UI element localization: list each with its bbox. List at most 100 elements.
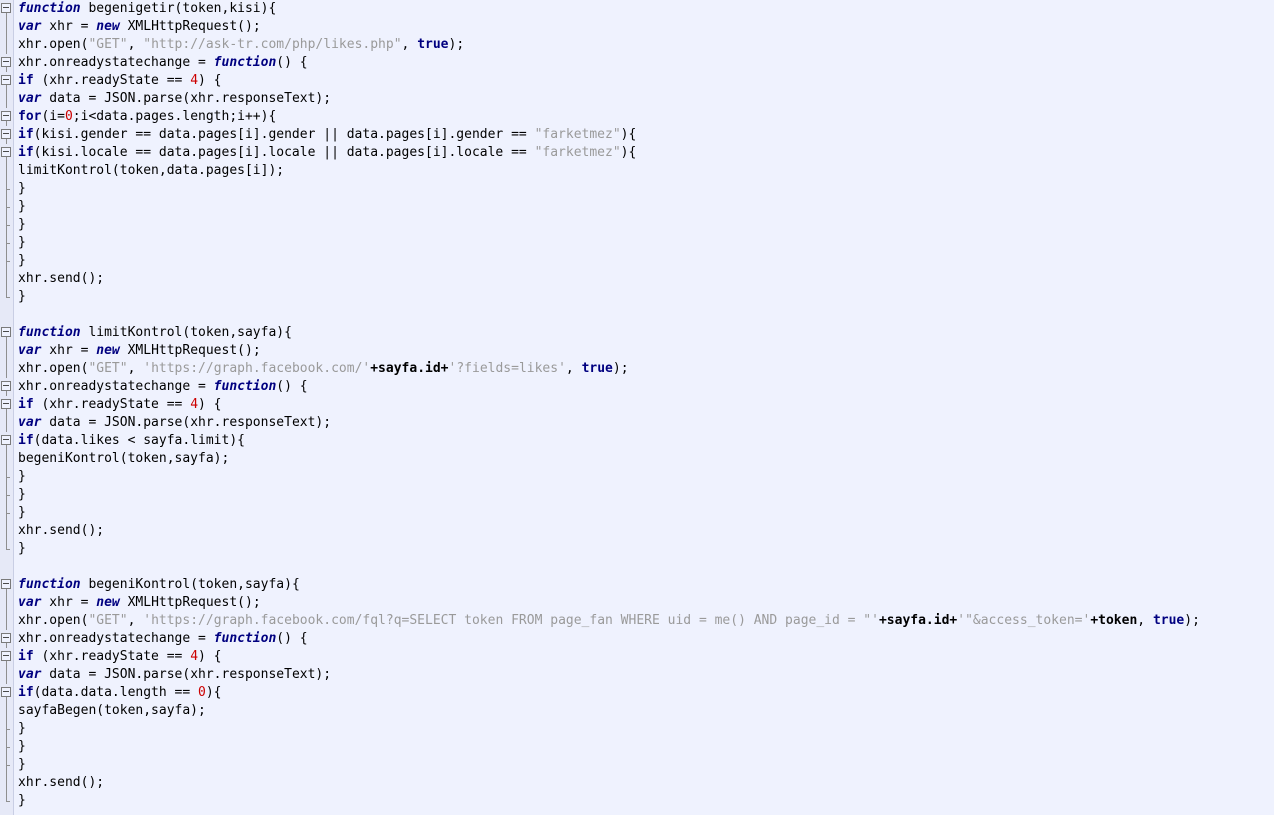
code-line[interactable]: var data = JSON.parse(xhr.responseText);	[14, 90, 1274, 108]
code-line[interactable]: }	[14, 738, 1274, 756]
fold-collapse-icon[interactable]	[0, 324, 14, 342]
code-line[interactable]: function begenigetir(token,kisi){	[14, 0, 1274, 18]
code-line[interactable]: }	[14, 756, 1274, 774]
minus-box-icon[interactable]	[1, 327, 11, 337]
minus-box-icon[interactable]	[1, 687, 11, 697]
minus-box-icon[interactable]	[1, 633, 11, 643]
code-line[interactable]: }	[14, 504, 1274, 522]
code-line[interactable]: }	[14, 288, 1274, 306]
code-token-plain: }	[18, 217, 26, 232]
code-line[interactable]: xhr.send();	[14, 774, 1274, 792]
fold-collapse-icon[interactable]	[0, 648, 14, 666]
code-line[interactable]: if(kisi.locale == data.pages[i].locale |…	[14, 144, 1274, 162]
code-token-kw: function	[18, 1, 81, 16]
fold-line	[0, 360, 14, 378]
code-token-kw: function	[213, 631, 277, 646]
code-folding-gutter[interactable]	[0, 0, 14, 815]
code-line[interactable]: xhr.open("GET", "http://ask-tr.com/php/l…	[14, 36, 1274, 54]
code-content-area[interactable]: function begenigetir(token,kisi){var xhr…	[14, 0, 1274, 815]
code-line[interactable]: xhr.onreadystatechange = function() {	[14, 630, 1274, 648]
code-line[interactable]: for(i=0;i<data.pages.length;i++){	[14, 108, 1274, 126]
minus-box-icon[interactable]	[1, 57, 11, 67]
code-line[interactable]: }	[14, 720, 1274, 738]
code-editor[interactable]: function begenigetir(token,kisi){var xhr…	[0, 0, 1274, 815]
fold-branch-icon	[0, 468, 14, 486]
code-line[interactable]: xhr.open("GET", 'https://graph.facebook.…	[14, 612, 1274, 630]
code-line[interactable]: if(kisi.gender == data.pages[i].gender |…	[14, 126, 1274, 144]
fold-collapse-icon[interactable]	[0, 378, 14, 396]
code-token-plain: ) {	[198, 73, 222, 88]
fold-collapse-icon[interactable]	[0, 684, 14, 702]
code-line[interactable]: function limitKontrol(token,sayfa){	[14, 324, 1274, 342]
code-line[interactable]: }	[14, 486, 1274, 504]
code-line[interactable]: var data = JSON.parse(xhr.responseText);	[14, 666, 1274, 684]
fold-line	[0, 90, 14, 108]
code-token-plain: xhr.send();	[18, 775, 105, 790]
fold-line-segment	[6, 270, 7, 288]
code-token-plain: data = JSON.parse(xhr.responseText);	[41, 667, 332, 682]
minus-box-icon[interactable]	[1, 579, 11, 589]
code-line[interactable]: function begeniKontrol(token,sayfa){	[14, 576, 1274, 594]
fold-tick-icon	[6, 729, 10, 730]
code-token-plain: );	[1184, 613, 1200, 628]
code-line[interactable]: xhr.onreadystatechange = function() {	[14, 54, 1274, 72]
code-token-plain: }	[18, 793, 26, 808]
minus-box-icon[interactable]	[1, 147, 11, 157]
fold-tick-icon	[6, 261, 10, 262]
code-line[interactable]: }	[14, 234, 1274, 252]
code-line[interactable]: }	[14, 792, 1274, 810]
minus-box-icon[interactable]	[1, 75, 11, 85]
fold-collapse-icon[interactable]	[0, 144, 14, 162]
fold-collapse-icon[interactable]	[0, 126, 14, 144]
code-token-plain: xhr =	[41, 595, 97, 610]
minus-box-icon[interactable]	[1, 381, 11, 391]
code-line[interactable]: var xhr = new XMLHttpRequest();	[14, 18, 1274, 36]
code-line[interactable]: var data = JSON.parse(xhr.responseText);	[14, 414, 1274, 432]
minus-box-icon[interactable]	[1, 3, 11, 13]
code-line[interactable]: if (xhr.readyState == 4) {	[14, 72, 1274, 90]
code-line[interactable]: }	[14, 216, 1274, 234]
fold-collapse-icon[interactable]	[0, 396, 14, 414]
code-line[interactable]: if (xhr.readyState == 4) {	[14, 396, 1274, 414]
fold-collapse-icon[interactable]	[0, 72, 14, 90]
code-line[interactable]: xhr.onreadystatechange = function() {	[14, 378, 1274, 396]
fold-collapse-icon[interactable]	[0, 432, 14, 450]
code-line[interactable]: xhr.send();	[14, 270, 1274, 288]
code-line[interactable]: var xhr = new XMLHttpRequest();	[14, 342, 1274, 360]
code-line[interactable]	[14, 558, 1274, 576]
fold-collapse-icon[interactable]	[0, 108, 14, 126]
fold-collapse-icon[interactable]	[0, 0, 14, 18]
minus-box-icon[interactable]	[1, 435, 11, 445]
code-line[interactable]: }	[14, 180, 1274, 198]
code-token-plain: xhr =	[41, 19, 97, 34]
minus-box-icon[interactable]	[1, 111, 11, 121]
code-token-plain: (kisi.gender == data.pages[i].gender || …	[33, 127, 535, 142]
fold-collapse-icon[interactable]	[0, 630, 14, 648]
code-token-plain: }	[18, 469, 26, 484]
fold-collapse-icon[interactable]	[0, 576, 14, 594]
code-line[interactable]: xhr.open("GET", 'https://graph.facebook.…	[14, 360, 1274, 378]
code-token-num: 4	[190, 73, 199, 88]
code-line[interactable]: }	[14, 468, 1274, 486]
code-line[interactable]: sayfaBegen(token,sayfa);	[14, 702, 1274, 720]
fold-line	[0, 666, 14, 684]
minus-box-icon[interactable]	[1, 651, 11, 661]
code-line[interactable]: if(data.likes < sayfa.limit){	[14, 432, 1274, 450]
code-line[interactable]: if (xhr.readyState == 4) {	[14, 648, 1274, 666]
code-token-plain: ){	[620, 127, 637, 142]
minus-box-icon[interactable]	[1, 399, 11, 409]
fold-collapse-icon[interactable]	[0, 54, 14, 72]
code-line[interactable]: if(data.data.length == 0){	[14, 684, 1274, 702]
code-line[interactable]: limitKontrol(token,data.pages[i]);	[14, 162, 1274, 180]
code-line[interactable]: xhr.send();	[14, 522, 1274, 540]
code-line[interactable]: }	[14, 198, 1274, 216]
code-line[interactable]: begeniKontrol(token,sayfa);	[14, 450, 1274, 468]
code-line[interactable]	[14, 306, 1274, 324]
code-line[interactable]: var xhr = new XMLHttpRequest();	[14, 594, 1274, 612]
code-token-plain: sayfaBegen(token,sayfa);	[18, 703, 206, 718]
code-line[interactable]: }	[14, 540, 1274, 558]
minus-box-icon[interactable]	[1, 129, 11, 139]
code-line[interactable]: }	[14, 252, 1274, 270]
code-token-kw2: if	[18, 73, 34, 88]
code-token-plain: }	[18, 181, 26, 196]
